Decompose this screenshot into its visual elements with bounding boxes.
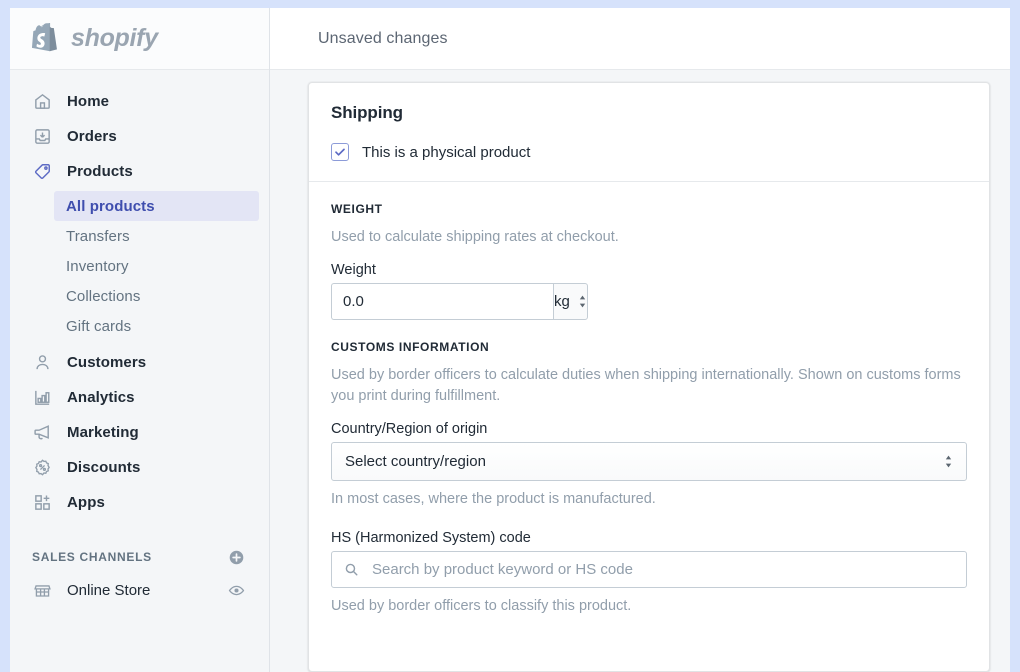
customs-section-heading: CUSTOMS INFORMATION <box>331 340 490 355</box>
sidebar-item-label: Products <box>67 163 133 180</box>
logo-bar: shopify <box>10 8 269 70</box>
sidebar-item-all-products[interactable]: All products <box>54 191 259 221</box>
shopify-bag-icon <box>32 22 62 56</box>
sidebar-item-orders[interactable]: Orders <box>10 119 269 154</box>
sidebar-item-customers[interactable]: Customers <box>10 345 269 380</box>
sales-channels-title: SALES CHANNELS <box>32 550 152 564</box>
hs-code-input[interactable] <box>370 560 954 580</box>
sidebar-item-label: Apps <box>67 494 105 511</box>
sidebar-subitem-label: Collections <box>66 287 141 305</box>
sidebar-item-label: Discounts <box>67 459 141 476</box>
physical-product-row[interactable]: This is a physical product <box>331 143 967 161</box>
sidebar-item-products[interactable]: Products <box>10 154 269 189</box>
hs-code-search-field[interactable] <box>331 551 967 589</box>
shipping-body-section: WEIGHT Used to calculate shipping rates … <box>309 182 989 637</box>
analytics-bar-chart-icon <box>32 388 52 408</box>
weight-helper-text: Used to calculate shipping rates at chec… <box>331 229 619 245</box>
marketing-megaphone-icon <box>32 423 52 443</box>
sidebar-nav: Home Orders Products All products Transf… <box>10 70 269 608</box>
hs-code-helper-text: Used by border officers to classify this… <box>331 598 632 615</box>
hs-code-field-label: HS (Harmonized System) code <box>331 530 531 547</box>
sidebar-subitem-label: All products <box>66 197 155 215</box>
page-title: Unsaved changes <box>318 29 448 47</box>
products-submenu: All products Transfers Inventory Collect… <box>10 191 269 341</box>
sidebar-subitem-label: Inventory <box>66 257 129 275</box>
sidebar-item-label: Marketing <box>67 424 139 441</box>
country-select-value: Select country/region <box>345 453 486 471</box>
country-helper-text: In most cases, where the product is manu… <box>331 491 656 508</box>
sidebar-subitem-label: Gift cards <box>66 317 132 335</box>
weight-unit-value: kg <box>554 293 570 311</box>
country-of-origin-select[interactable]: Select country/region <box>331 442 967 482</box>
shopify-logo[interactable]: shopify <box>32 22 158 56</box>
select-chevrons-icon <box>944 454 953 469</box>
brand-name: shopify <box>71 24 158 52</box>
physical-product-checkbox[interactable] <box>331 143 349 161</box>
sidebar-subitem-label: Transfers <box>66 227 130 245</box>
discounts-percent-badge-icon <box>32 458 52 478</box>
top-bar: Unsaved changes <box>270 8 1010 70</box>
shipping-card: Shipping This is a physical product WEIG… <box>308 82 990 672</box>
apps-grid-plus-icon <box>32 493 52 513</box>
customs-helper-text: Used by border officers to calculate dut… <box>331 367 961 405</box>
eye-icon[interactable] <box>228 582 245 599</box>
main-scroll-region: Shipping This is a physical product WEIG… <box>270 70 1010 672</box>
sidebar-item-apps[interactable]: Apps <box>10 485 269 520</box>
physical-product-label: This is a physical product <box>362 143 531 161</box>
sidebar: shopify Home Orders Products All product… <box>10 8 270 672</box>
sidebar-item-inventory[interactable]: Inventory <box>54 251 259 281</box>
sidebar-item-gift-cards[interactable]: Gift cards <box>54 311 259 341</box>
orders-inbox-icon <box>32 127 52 147</box>
search-icon <box>344 562 360 577</box>
home-icon <box>32 92 52 112</box>
sidebar-item-analytics[interactable]: Analytics <box>10 380 269 415</box>
select-chevrons-icon <box>578 294 587 309</box>
country-field-label: Country/Region of origin <box>331 421 488 438</box>
sidebar-item-label: Online Store <box>67 581 151 599</box>
weight-input[interactable] <box>331 283 553 321</box>
checkmark-icon <box>335 148 345 156</box>
weight-field-group: kg <box>331 283 588 321</box>
weight-field-label: Weight <box>331 262 376 279</box>
products-tag-icon <box>32 162 52 182</box>
sidebar-item-label: Analytics <box>67 389 135 406</box>
content-area: Unsaved changes Shipping This is a physi… <box>270 8 1010 672</box>
shipping-card-title: Shipping <box>331 103 403 122</box>
sidebar-item-marketing[interactable]: Marketing <box>10 415 269 450</box>
customer-person-icon <box>32 353 52 373</box>
weight-unit-select[interactable]: kg <box>553 283 588 321</box>
shipping-header-section: Shipping This is a physical product <box>309 83 989 182</box>
sales-channels-header: SALES CHANNELS <box>10 542 269 572</box>
sales-channels-section: SALES CHANNELS Online Store <box>10 542 269 608</box>
weight-section-heading: WEIGHT <box>331 202 383 216</box>
sidebar-item-discounts[interactable]: Discounts <box>10 450 269 485</box>
sidebar-item-label: Customers <box>67 354 147 371</box>
sidebar-item-home[interactable]: Home <box>10 84 269 119</box>
sidebar-item-collections[interactable]: Collections <box>54 281 259 311</box>
shopify-admin-window: shopify Home Orders Products All product… <box>10 8 1010 672</box>
plus-circle-icon[interactable] <box>228 549 245 566</box>
sidebar-item-online-store[interactable]: Online Store <box>10 572 269 608</box>
sidebar-item-label: Orders <box>67 128 117 145</box>
sidebar-item-label: Home <box>67 93 110 110</box>
online-store-icon <box>32 580 52 600</box>
sidebar-item-transfers[interactable]: Transfers <box>54 221 259 251</box>
